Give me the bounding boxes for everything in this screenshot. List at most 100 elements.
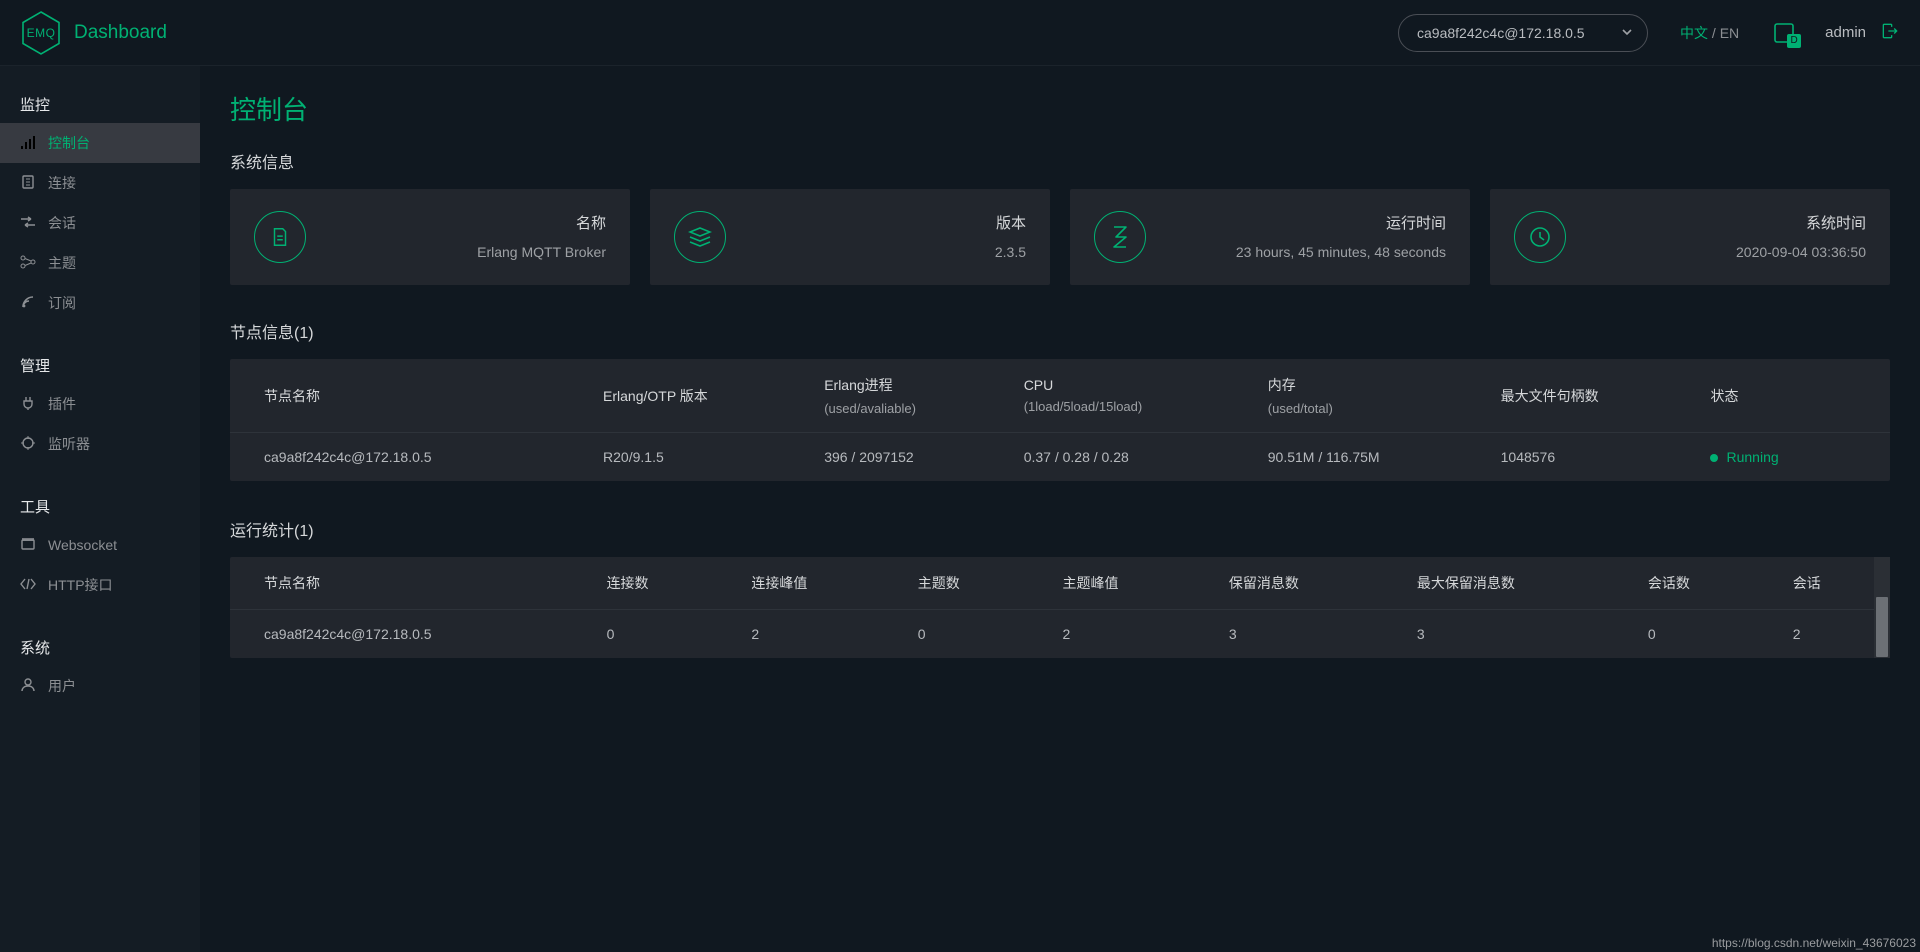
cell-status: Running: [1696, 433, 1890, 482]
logout-icon[interactable]: [1880, 21, 1900, 44]
username-label: admin: [1825, 24, 1866, 41]
card-value: 2020-09-04 03:36:50: [1566, 243, 1866, 262]
th-status: 状态: [1696, 359, 1890, 433]
sidebar-item-label: Websocket: [48, 537, 117, 553]
chevron-down-icon: [1621, 25, 1633, 41]
table-row: ca9a8f242c4c@172.18.0.502023302: [230, 610, 1890, 659]
httpapi-icon: [20, 577, 36, 593]
sysinfo-card: 运行时间 23 hours, 45 minutes, 48 seconds: [1070, 189, 1470, 285]
card-icon: [674, 211, 726, 263]
language-switch[interactable]: 中文 / EN: [1680, 23, 1739, 43]
sidebar-item-console[interactable]: 控制台: [0, 123, 200, 163]
sidebar-item-users[interactable]: 用户: [0, 666, 200, 706]
th-stats: 节点名称: [230, 557, 581, 610]
main-content: 控制台 系统信息 名称Erlang MQTT Broker版本2.3.5运行时间…: [200, 66, 1920, 952]
cell-proc: 396 / 2097152: [810, 433, 1010, 482]
websocket-icon: [20, 537, 36, 554]
users-icon: [20, 678, 36, 695]
th-node-name: 节点名称: [230, 359, 589, 433]
cell-stat: 0: [892, 610, 1037, 659]
sidebar-section-title: 管理: [0, 345, 200, 384]
section-nodeinfo-title: 节点信息(1): [230, 319, 1890, 343]
source-url-watermark: https://blog.csdn.net/weixin_43676023: [1712, 936, 1916, 950]
user-menu[interactable]: admin: [1825, 21, 1900, 44]
cell-node-name: ca9a8f242c4c@172.18.0.5: [230, 610, 581, 659]
cell-stat: 0: [581, 610, 726, 659]
lang-zh[interactable]: 中文: [1680, 25, 1708, 41]
card-value: 23 hours, 45 minutes, 48 seconds: [1146, 243, 1446, 262]
node-table-header-row: 节点名称 Erlang/OTP 版本 Erlang进程(used/avaliab…: [230, 359, 1890, 433]
node-selector[interactable]: ca9a8f242c4c@172.18.0.5: [1398, 14, 1648, 52]
sidebar-item-subs[interactable]: 订阅: [0, 283, 200, 323]
cell-node-name: ca9a8f242c4c@172.18.0.5: [230, 433, 589, 482]
brand-logo-icon: EMQ: [18, 10, 64, 56]
brand-title: Dashboard: [74, 22, 167, 44]
brand[interactable]: EMQ Dashboard: [18, 10, 167, 56]
th-stats: 连接峰值: [725, 557, 891, 610]
sidebar-item-label: 主题: [48, 253, 76, 273]
sysinfo-card: 名称Erlang MQTT Broker: [230, 189, 630, 285]
sidebar-item-label: 订阅: [48, 293, 76, 313]
cell-stat: 3: [1391, 610, 1622, 659]
page-title: 控制台: [230, 90, 1890, 127]
th-fds: 最大文件句柄数: [1487, 359, 1697, 433]
sysinfo-card: 系统时间 2020-09-04 03:36:50: [1490, 189, 1890, 285]
cell-fds: 1048576: [1487, 433, 1697, 482]
stats-header-row: 节点名称连接数连接峰值主题数主题峰值保留消息数最大保留消息数会话数会话: [230, 557, 1890, 610]
sidebar-item-label: 监听器: [48, 434, 90, 454]
docs-icon[interactable]: D: [1771, 20, 1797, 46]
sidebar: 监控控制台连接会话主题订阅管理插件监听器工具WebsocketHTTP接口系统用…: [0, 66, 200, 952]
scrollbar-thumb[interactable]: [1876, 597, 1888, 657]
console-icon: [20, 135, 36, 152]
sidebar-item-label: 用户: [48, 676, 76, 696]
th-mem: 内存(used/total): [1254, 359, 1487, 433]
card-icon: [1094, 211, 1146, 263]
header: EMQ Dashboard ca9a8f242c4c@172.18.0.5 中文…: [0, 0, 1920, 66]
subs-icon: [20, 295, 36, 312]
sidebar-section-title: 工具: [0, 486, 200, 525]
th-stats: 连接数: [581, 557, 726, 610]
th-stats: 最大保留消息数: [1391, 557, 1622, 610]
table-row: ca9a8f242c4c@172.18.0.5R20/9.1.5396 / 20…: [230, 433, 1890, 482]
sysinfo-card: 版本2.3.5: [650, 189, 1050, 285]
th-stats: 会话: [1767, 557, 1890, 610]
card-icon: [1514, 211, 1566, 263]
topics-icon: [20, 255, 36, 272]
sidebar-item-sessions[interactable]: 会话: [0, 203, 200, 243]
cell-stat: 3: [1203, 610, 1391, 659]
sidebar-item-label: 插件: [48, 394, 76, 414]
sidebar-section-title: 系统: [0, 627, 200, 666]
sidebar-item-topics[interactable]: 主题: [0, 243, 200, 283]
stats-horizontal-scroll[interactable]: 节点名称连接数连接峰值主题数主题峰值保留消息数最大保留消息数会话数会话 ca9a…: [230, 557, 1890, 658]
card-value: Erlang MQTT Broker: [306, 243, 606, 262]
listeners-icon: [20, 435, 36, 454]
th-cpu: CPU(1load/5load/15load): [1010, 359, 1254, 433]
stats-vertical-scrollbar[interactable]: [1874, 557, 1890, 658]
cell-stat: 2: [725, 610, 891, 659]
card-label: 版本: [726, 212, 1026, 233]
plugins-icon: [20, 396, 36, 413]
card-label: 运行时间: [1146, 212, 1446, 233]
sidebar-item-listeners[interactable]: 监听器: [0, 424, 200, 464]
lang-en[interactable]: EN: [1720, 25, 1739, 41]
th-stats: 会话数: [1622, 557, 1767, 610]
card-icon: [254, 211, 306, 263]
cell-cpu: 0.37 / 0.28 / 0.28: [1010, 433, 1254, 482]
cell-stat: 0: [1622, 610, 1767, 659]
node-selector-value: ca9a8f242c4c@172.18.0.5: [1417, 25, 1585, 41]
section-stats-title: 运行统计(1): [230, 517, 1890, 541]
th-stats: 主题数: [892, 557, 1037, 610]
th-otp: Erlang/OTP 版本: [589, 359, 810, 433]
card-label: 系统时间: [1566, 212, 1866, 233]
sessions-icon: [20, 215, 36, 231]
sidebar-item-httpapi[interactable]: HTTP接口: [0, 565, 200, 605]
sidebar-item-plugins[interactable]: 插件: [0, 384, 200, 424]
sidebar-item-clients[interactable]: 连接: [0, 163, 200, 203]
stats-table-wrap: 节点名称连接数连接峰值主题数主题峰值保留消息数最大保留消息数会话数会话 ca9a…: [230, 557, 1890, 658]
cell-otp: R20/9.1.5: [589, 433, 810, 482]
node-table: 节点名称 Erlang/OTP 版本 Erlang进程(used/avaliab…: [230, 359, 1890, 481]
sidebar-item-label: 会话: [48, 213, 76, 233]
sidebar-item-label: HTTP接口: [48, 575, 113, 595]
cell-stat: 2: [1767, 610, 1890, 659]
sidebar-item-websocket[interactable]: Websocket: [0, 525, 200, 565]
